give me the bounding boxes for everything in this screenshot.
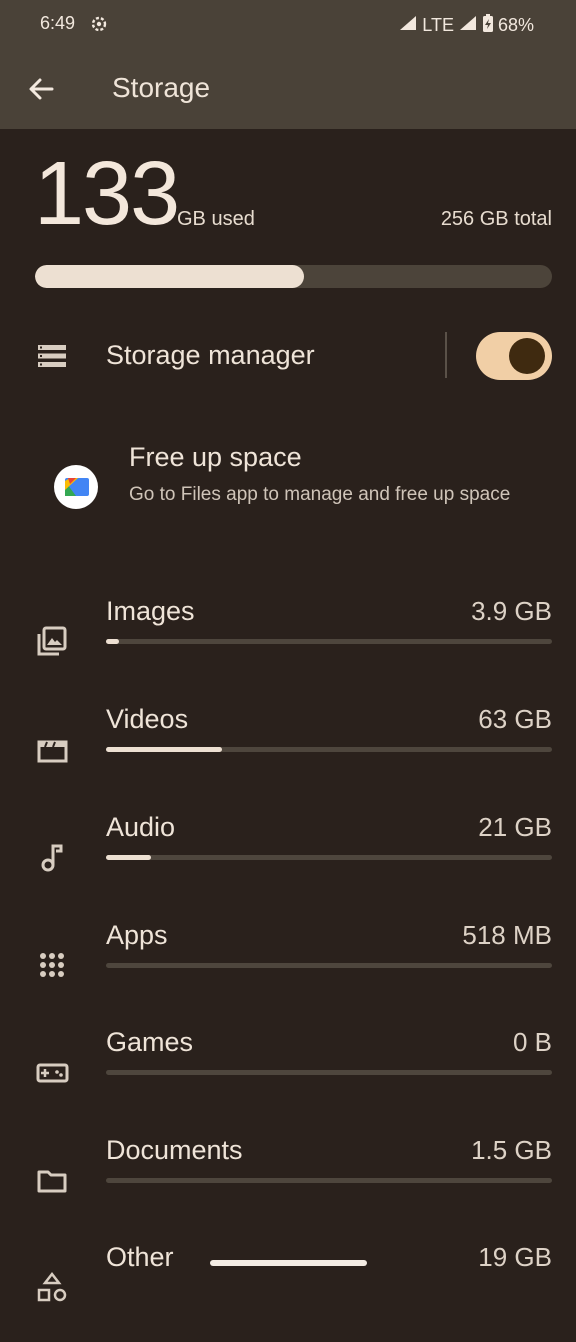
category-size: 63 GB bbox=[478, 704, 552, 734]
category-bar-fill bbox=[106, 747, 222, 752]
free-up-subtitle: Go to Files app to manage and free up sp… bbox=[129, 484, 511, 505]
arrow-back-icon bbox=[29, 78, 54, 100]
used-amount: 133 bbox=[34, 144, 180, 244]
category-bar bbox=[106, 747, 552, 752]
category-documents[interactable]: Documents 1.5 GB bbox=[0, 1135, 576, 1235]
app-bar: Storage bbox=[0, 48, 576, 129]
category-audio[interactable]: Audio 21 GB bbox=[0, 812, 576, 912]
category-other[interactable]: Other 19 GB bbox=[0, 1242, 576, 1342]
category-label: Apps bbox=[106, 920, 168, 950]
category-images[interactable]: Images 3.9 GB bbox=[0, 596, 576, 696]
category-apps[interactable]: Apps 518 MB bbox=[0, 920, 576, 1020]
music-note-icon bbox=[35, 840, 69, 874]
status-time: 6:49 bbox=[40, 13, 76, 33]
storage-list-icon bbox=[38, 344, 66, 373]
free-up-title: Free up space bbox=[129, 442, 302, 472]
category-size: 1.5 GB bbox=[471, 1135, 552, 1165]
gamepad-icon bbox=[35, 1055, 69, 1089]
category-label: Audio bbox=[106, 812, 176, 842]
page-title: Storage bbox=[112, 72, 211, 103]
storage-manager-toggle[interactable] bbox=[476, 332, 552, 380]
status-bar: 6:49 LTE 68% bbox=[0, 0, 576, 48]
toggle-knob bbox=[509, 338, 545, 374]
category-size: 21 GB bbox=[478, 812, 552, 842]
total-storage: 256 GB total bbox=[440, 208, 552, 230]
category-size: 19 GB bbox=[478, 1242, 552, 1272]
files-app-icon bbox=[54, 465, 98, 509]
category-bar bbox=[106, 855, 552, 860]
category-label: Videos bbox=[106, 704, 189, 734]
category-bar bbox=[106, 1178, 552, 1183]
storage-usage-bar bbox=[35, 265, 552, 288]
category-bar-fill bbox=[106, 639, 120, 644]
signal-icon-2 bbox=[458, 14, 478, 37]
storage-usage-fill bbox=[35, 265, 304, 288]
settings-gear-icon bbox=[89, 14, 109, 39]
battery-percent: 68% bbox=[497, 15, 534, 35]
category-label: Games bbox=[106, 1027, 194, 1057]
images-icon bbox=[35, 624, 69, 658]
network-type: LTE bbox=[422, 15, 454, 35]
category-bar bbox=[106, 1070, 552, 1075]
category-games[interactable]: Games 0 B bbox=[0, 1027, 576, 1127]
shapes-icon bbox=[35, 1270, 69, 1304]
signal-icon bbox=[398, 14, 418, 37]
category-bar bbox=[106, 639, 552, 644]
video-icon bbox=[35, 732, 69, 766]
category-size: 518 MB bbox=[462, 920, 552, 950]
category-bar bbox=[106, 963, 552, 968]
category-size: 3.9 GB bbox=[471, 596, 552, 626]
back-button[interactable] bbox=[24, 72, 58, 106]
apps-grid-icon bbox=[35, 948, 69, 982]
category-label: Documents bbox=[106, 1135, 243, 1165]
storage-manager-label: Storage manager bbox=[106, 340, 315, 370]
free-up-space-row[interactable]: Free up space Go to Files app to manage … bbox=[0, 430, 576, 540]
battery-charging-icon bbox=[482, 13, 494, 38]
divider bbox=[445, 332, 447, 378]
category-size: 0 B bbox=[512, 1027, 552, 1057]
gesture-nav-handle[interactable] bbox=[210, 1260, 367, 1266]
status-icons: LTE 68% bbox=[398, 13, 534, 38]
category-label: Other bbox=[106, 1242, 174, 1272]
storage-manager-row[interactable]: Storage manager bbox=[0, 320, 576, 392]
used-unit: GB used bbox=[177, 208, 255, 230]
folder-icon bbox=[35, 1163, 69, 1197]
category-bar-fill bbox=[106, 855, 151, 860]
category-videos[interactable]: Videos 63 GB bbox=[0, 704, 576, 804]
category-label: Images bbox=[106, 596, 195, 626]
